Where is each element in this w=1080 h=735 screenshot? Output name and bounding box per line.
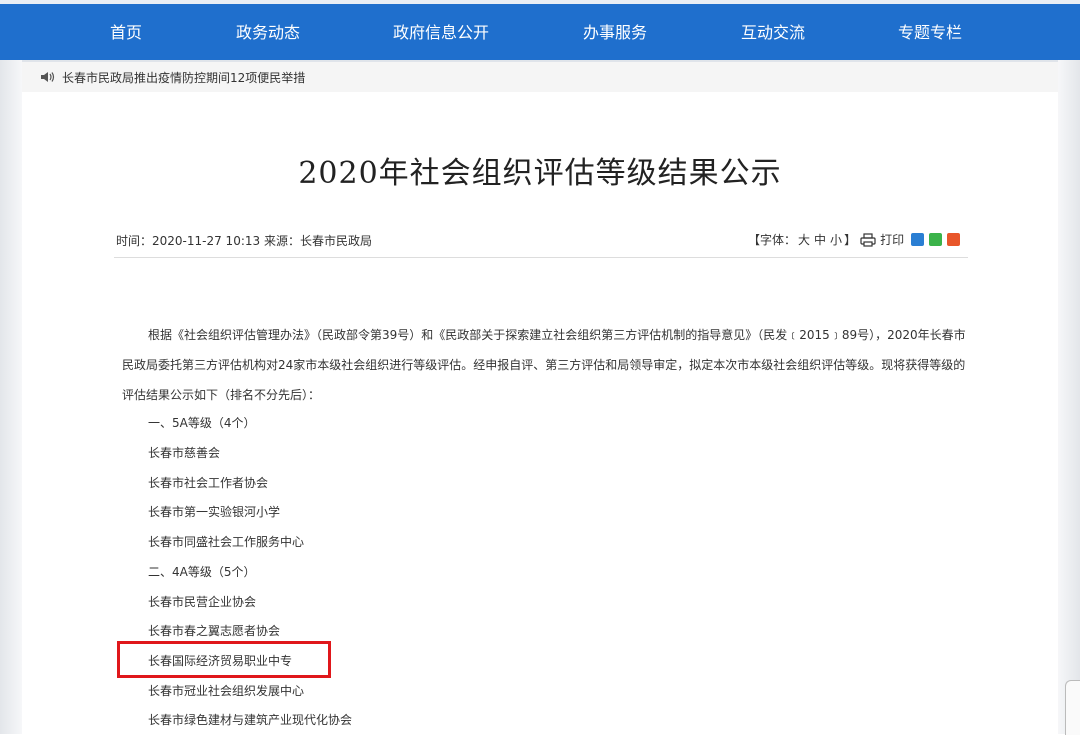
highlight-box bbox=[117, 641, 331, 678]
font-large-link[interactable]: 大 bbox=[798, 231, 810, 248]
nav-item-news[interactable]: 政务动态 bbox=[236, 4, 300, 60]
font-size-label: 【字体： bbox=[748, 233, 797, 247]
list-item: 长春市绿色建材与建筑产业现代化协会 bbox=[148, 713, 353, 727]
article-tools: 【字体： 大 中 小 】 打印 bbox=[748, 231, 961, 248]
intro-paragraph: 根据《社会组织评估管理办法》（民政部令第39号）和《民政部关于探索建立社会组织第… bbox=[122, 328, 966, 402]
qq-icon[interactable] bbox=[911, 233, 925, 246]
list-item: 长春市第一实验银河小学 bbox=[148, 505, 281, 519]
list-heading-5a: 一、5A等级（4个） bbox=[148, 416, 256, 430]
side-widget bbox=[1065, 680, 1080, 735]
nav-item-interaction[interactable]: 互动交流 bbox=[741, 4, 805, 60]
speaker-icon bbox=[41, 72, 55, 82]
list-heading-4a: 二、4A等级（5个） bbox=[148, 565, 256, 579]
list-item: 长春市冠业社会组织发展中心 bbox=[148, 684, 305, 698]
list-item: 长春市同盛社会工作服务中心 bbox=[148, 535, 305, 549]
nav-item-info-disclosure[interactable]: 政府信息公开 bbox=[393, 4, 489, 60]
wechat-icon[interactable] bbox=[929, 233, 943, 246]
print-link[interactable]: 打印 bbox=[880, 231, 904, 248]
article-meta: 时间：2020-11-27 10:13 来源：长春市民政局 bbox=[116, 234, 372, 248]
font-medium-link[interactable]: 中 bbox=[814, 231, 826, 248]
list-item: 长春市春之翼志愿者协会 bbox=[148, 624, 281, 638]
top-nav: 首页 政务动态 政府信息公开 办事服务 互动交流 专题专栏 bbox=[0, 0, 1080, 60]
page-title: 2020年社会组织评估等级结果公示 bbox=[298, 156, 782, 191]
meta-divider bbox=[114, 257, 968, 258]
nav-item-home[interactable]: 首页 bbox=[110, 4, 142, 60]
notice-link[interactable]: 长春市民政局推出疫情防控期间12项便民举措 bbox=[62, 69, 305, 86]
notice-bar: 长春市民政局推出疫情防控期间12项便民举措 bbox=[22, 62, 1058, 92]
list-item: 长春市慈善会 bbox=[148, 446, 221, 460]
nav-item-services[interactable]: 办事服务 bbox=[583, 4, 647, 60]
font-small-link[interactable]: 小 bbox=[830, 231, 842, 248]
list-item: 长春市民营企业协会 bbox=[148, 595, 257, 609]
nav-item-special-topics[interactable]: 专题专栏 bbox=[898, 4, 962, 60]
list-item: 长春市社会工作者协会 bbox=[148, 476, 269, 490]
printer-icon[interactable] bbox=[860, 232, 876, 247]
weibo-icon[interactable] bbox=[947, 233, 961, 246]
font-size-close: 】 bbox=[844, 233, 857, 247]
